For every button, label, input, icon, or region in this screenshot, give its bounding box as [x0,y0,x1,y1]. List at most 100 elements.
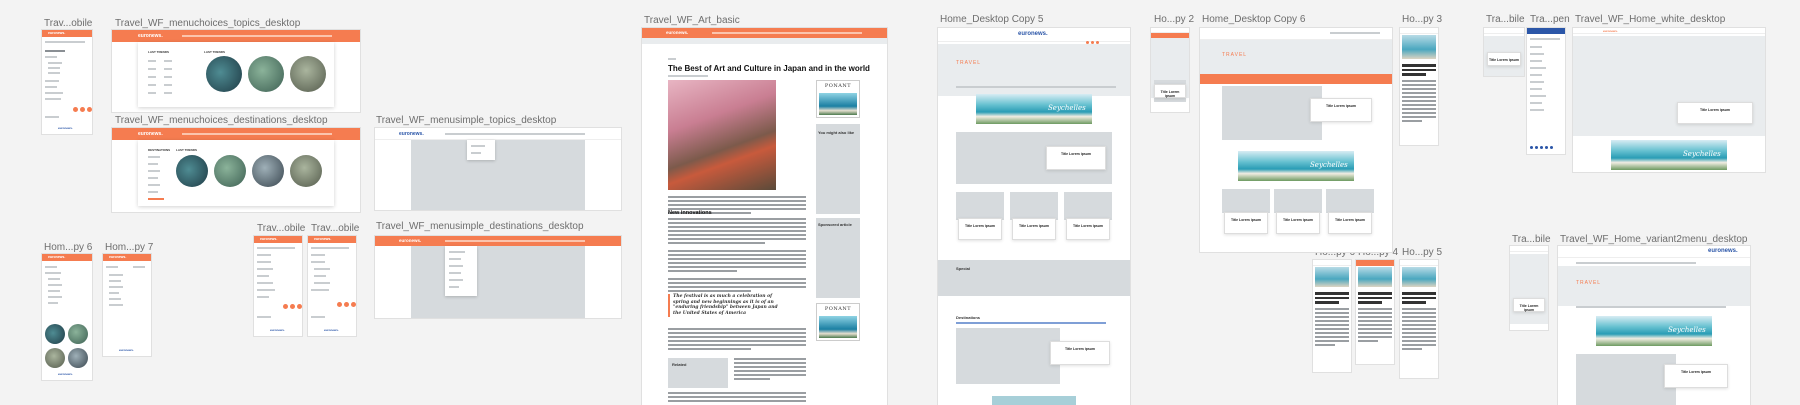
content-card[interactable]: Title Lorem ipsum [958,218,1002,240]
brand-logo: euronews. [1018,31,1048,37]
artboard-home-copy5-mobile[interactable] [1400,260,1438,378]
artboard-label[interactable]: Hom...py 7 [105,242,153,253]
sponsored-title: Sponsored article [818,222,852,227]
menu-header: LAST TRENDS [176,148,197,152]
brand-logo: euronews. [260,237,278,241]
artboard-label[interactable]: Trav...obile [44,18,92,29]
content-card[interactable]: Title Lorem ipsum [1664,364,1728,388]
artboard-home-copy4-mobile[interactable] [1356,260,1394,364]
ad-block[interactable]: PONANT [816,80,860,118]
topic-circle[interactable] [248,56,284,92]
content-card[interactable]: Title Lorem ipsum [1677,102,1753,124]
ad-banner[interactable]: Seychelles [1611,140,1727,170]
artboard-label[interactable]: Trav...obile [257,223,305,234]
artboard-label[interactable]: Tra...bile [1486,14,1525,25]
brand-logo: euronews. [666,30,689,35]
artboard-label[interactable]: Home_Desktop Copy 5 [940,14,1043,25]
artboard-label[interactable]: Travel_WF_Home_white_desktop [1575,14,1725,25]
content-card[interactable]: Title Lorem ipsum [1224,212,1268,234]
pull-quote: The festival is as much a celebration of… [668,294,778,317]
brand-logo: euronews. [138,131,163,137]
artboard-article-basic[interactable]: euronews. The Best of Art and Culture in… [642,28,887,405]
artboard-menusimple-topics[interactable]: euronews. [375,128,621,210]
artboard-label[interactable]: Tra...bile [1512,234,1551,245]
artboard-mobile-menu[interactable]: euronews. euronews. [308,236,356,336]
artboard-label[interactable]: Ho...py 2 [1154,14,1194,25]
brand-logo: euronews. [48,31,66,35]
article-hero-image[interactable] [668,80,776,190]
ad-block[interactable]: PONANT [816,303,860,341]
content-card[interactable]: Title Lorem ipsum [1310,98,1372,122]
social-icons[interactable] [337,302,356,307]
ad-banner[interactable]: Seychelles [976,94,1092,124]
artboard-label[interactable]: Travel_WF_menusimple_topics_desktop [376,115,556,126]
footer-logo: euronews. [58,126,73,130]
special-title: Special [956,266,971,271]
ad-banner[interactable]: Seychelles [1596,316,1712,346]
menu-header: DESTINATIONS [148,148,171,152]
artboard-menuchoices-topics[interactable]: euronews. LAST TRENDS LAST TRENDS [112,30,360,112]
artboard-label[interactable]: Hom...py 6 [44,242,92,253]
artboard-label[interactable]: Travel_WF_menusimple_destinations_deskto… [376,221,584,232]
artboard-home-copy7[interactable]: euronews. euronews. [103,254,151,356]
section-heading: New innovations [668,210,712,216]
artboard-home-copy6-mobile[interactable] [1313,260,1351,372]
destination-circle[interactable] [214,155,246,187]
artboard-travel-mobile[interactable]: Title Lorem ipsum [1484,28,1524,76]
artboard-home-copy3[interactable] [1400,28,1438,145]
footer-logo: euronews. [119,348,134,352]
footer-logo: euronews. [270,328,285,332]
might-like-title: You might also like [818,130,855,135]
footer-logo: euronews. [58,372,73,376]
destination-circle[interactable] [290,155,322,187]
brand-logo: euronews. [109,255,127,259]
content-card[interactable]: Title Lorem ipsum [1328,212,1372,234]
artboard-label[interactable]: Travel_WF_Art_basic [644,15,740,26]
content-card[interactable]: Title Lorem ipsum [1066,218,1110,240]
brand-logo: euronews. [399,238,422,243]
topic-circle[interactable] [206,56,242,92]
artboard-travel-open-menu[interactable] [1527,28,1565,154]
social-icons[interactable] [283,304,302,309]
artboard-label[interactable]: Travel_WF_menuchoices_topics_desktop [115,18,300,29]
artboard-menuchoices-destinations[interactable]: euronews. DESTINATIONS LAST TRENDS [112,128,360,212]
brand-logo: euronews. [48,255,66,259]
artboard-travel-mobile-2[interactable]: Title Lorem ipsum [1510,246,1548,330]
artboard-label[interactable]: Trav...obile [311,223,359,234]
section-title: TRAVEL [1576,280,1602,286]
destinations-title: Destinations [956,315,981,320]
brand-logo: euronews. [1708,248,1738,254]
ad-banner[interactable]: Seychelles [1238,151,1354,181]
topic-circle[interactable] [290,56,326,92]
destination-circle[interactable] [252,155,284,187]
artboard-label[interactable]: Travel_WF_menuchoices_destinations_deskt… [115,115,328,126]
social-icons[interactable] [73,107,92,112]
artboard-label[interactable]: Ho...py 3 [1402,14,1442,25]
brand-logo: euronews. [399,131,424,137]
artboard-label[interactable]: Travel_WF_Home_variant2menu_desktop [1560,234,1748,245]
artboard-label[interactable]: Home_Desktop Copy 6 [1202,14,1305,25]
artboard-home-copy6[interactable]: euronews. euronews. [42,254,92,380]
artboard-label[interactable]: Ho...py 5 [1402,247,1442,258]
content-card[interactable]: Title Lorem ipsum [1050,341,1110,365]
artboard-home-desktop-copy6[interactable]: TRAVEL Title Lorem ipsum Seychelles Titl… [1200,28,1392,252]
related-title: Related [672,362,687,367]
artboard-home-white-desktop[interactable]: euronews. Title Lorem ipsum Seychelles [1573,28,1765,172]
artboard-home-variant2menu-desktop[interactable]: euronews. TRAVEL Seychelles Title Lorem … [1558,246,1750,405]
section-title: TRAVEL [956,60,982,66]
content-card[interactable]: Title Lorem ipsum [1012,218,1056,240]
artboard-mobile-menu[interactable]: euronews. euronews. [254,236,302,336]
destination-circle[interactable] [176,155,208,187]
artboard-home-desktop-copy5[interactable]: euronews. TRAVEL Seychelles Title Lorem … [938,28,1130,405]
content-card[interactable]: Title Lorem ipsum [1276,212,1320,234]
footer-logo: euronews. [324,328,339,332]
artboard-mobile-menu[interactable]: euronews. euronews. [42,30,92,134]
content-card[interactable]: Title Lorem ipsum [1046,146,1106,170]
brand-logo: euronews. [138,33,163,39]
artboard-label[interactable]: Tra...pen [1530,14,1570,25]
section-title: TRAVEL [1222,52,1248,58]
design-canvas: Trav...obile Travel_WF_menuchoices_topic… [0,0,1800,405]
brand-logo: euronews. [314,237,332,241]
artboard-home-copy2[interactable]: Title Lorem ipsum [1151,28,1189,112]
artboard-menusimple-destinations[interactable]: euronews. [375,236,621,318]
